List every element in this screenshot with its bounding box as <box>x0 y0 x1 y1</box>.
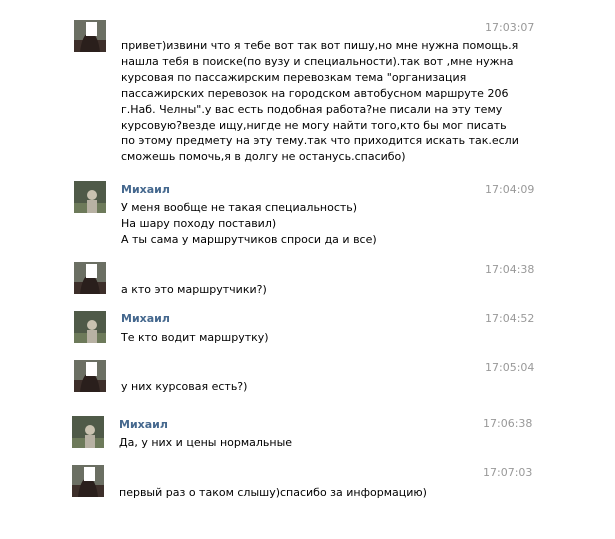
avatar[interactable] <box>72 465 104 497</box>
message-line: Да, у них и цены нормальные <box>119 436 293 449</box>
chat-history: 17:03:07 привет)извини что я тебе вот та… <box>0 0 615 539</box>
author-name[interactable]: Михаил <box>121 312 170 325</box>
message-line: первый раз о таком слышу)спасибо за инфо… <box>119 486 427 499</box>
male-avatar-icon <box>74 181 106 213</box>
message-line: у них курсовая есть?) <box>121 380 248 393</box>
message-line: курсовая по пассажирским перевозкам тема… <box>121 70 467 84</box>
avatar[interactable] <box>74 360 106 392</box>
avatar[interactable] <box>72 416 104 448</box>
message-text: привет)извини что я тебе вот так вот пиш… <box>121 38 519 165</box>
message-text: первый раз о таком слышу)спасибо за инфо… <box>119 485 489 501</box>
message-text: Те кто водит маршрутку) <box>121 330 491 346</box>
message-time: 17:07:03 <box>483 466 533 479</box>
female-avatar-icon <box>74 20 106 52</box>
message-time: 17:04:52 <box>485 312 535 325</box>
avatar[interactable] <box>74 311 106 343</box>
message-line: пассажирских перевозок на городском авто… <box>121 86 509 100</box>
female-avatar-icon <box>72 465 104 497</box>
message-line: У меня вообще не такая специальность) <box>121 201 358 214</box>
message-time: 17:06:38 <box>483 417 533 430</box>
male-avatar-icon <box>74 311 106 343</box>
message-line: по этому предмету на эту тему.так что пр… <box>121 134 519 148</box>
message-line: Те кто водит маршрутку) <box>121 331 269 344</box>
message-text: У меня вообще не такая специальность) На… <box>121 200 491 248</box>
message-line: На шару походу поставил) <box>121 216 277 230</box>
message-text: а кто это маршрутчики?) <box>121 282 491 298</box>
message-time: 17:03:07 <box>485 21 535 34</box>
message-line: а кто это маршрутчики?) <box>121 283 267 296</box>
author-name[interactable]: Михаил <box>121 183 170 196</box>
message-line: г.Наб. Челны".у вас есть подобная работа… <box>121 102 503 116</box>
message-text: у них курсовая есть?) <box>121 379 491 395</box>
message-line: привет)извини что я тебе вот так вот пиш… <box>121 39 519 52</box>
message-time: 17:04:09 <box>485 183 535 196</box>
male-avatar-icon <box>72 416 104 448</box>
message-line: нашла тебя в поиске(по вузу и специально… <box>121 54 514 68</box>
message-time: 17:04:38 <box>485 263 535 276</box>
message-line: А ты сама у маршрутчиков спроси да и все… <box>121 232 377 246</box>
female-avatar-icon <box>74 360 106 392</box>
avatar[interactable] <box>74 181 106 213</box>
message-time: 17:05:04 <box>485 361 535 374</box>
author-name[interactable]: Михаил <box>119 418 168 431</box>
female-avatar-icon <box>74 262 106 294</box>
message-text: Да, у них и цены нормальные <box>119 435 489 451</box>
avatar[interactable] <box>74 262 106 294</box>
avatar[interactable] <box>74 20 106 52</box>
message-line: сможешь помочь,я в долгу не останусь.спа… <box>121 150 406 164</box>
message-line: курсовую?везде ищу,нигде не могу найти т… <box>121 118 507 132</box>
